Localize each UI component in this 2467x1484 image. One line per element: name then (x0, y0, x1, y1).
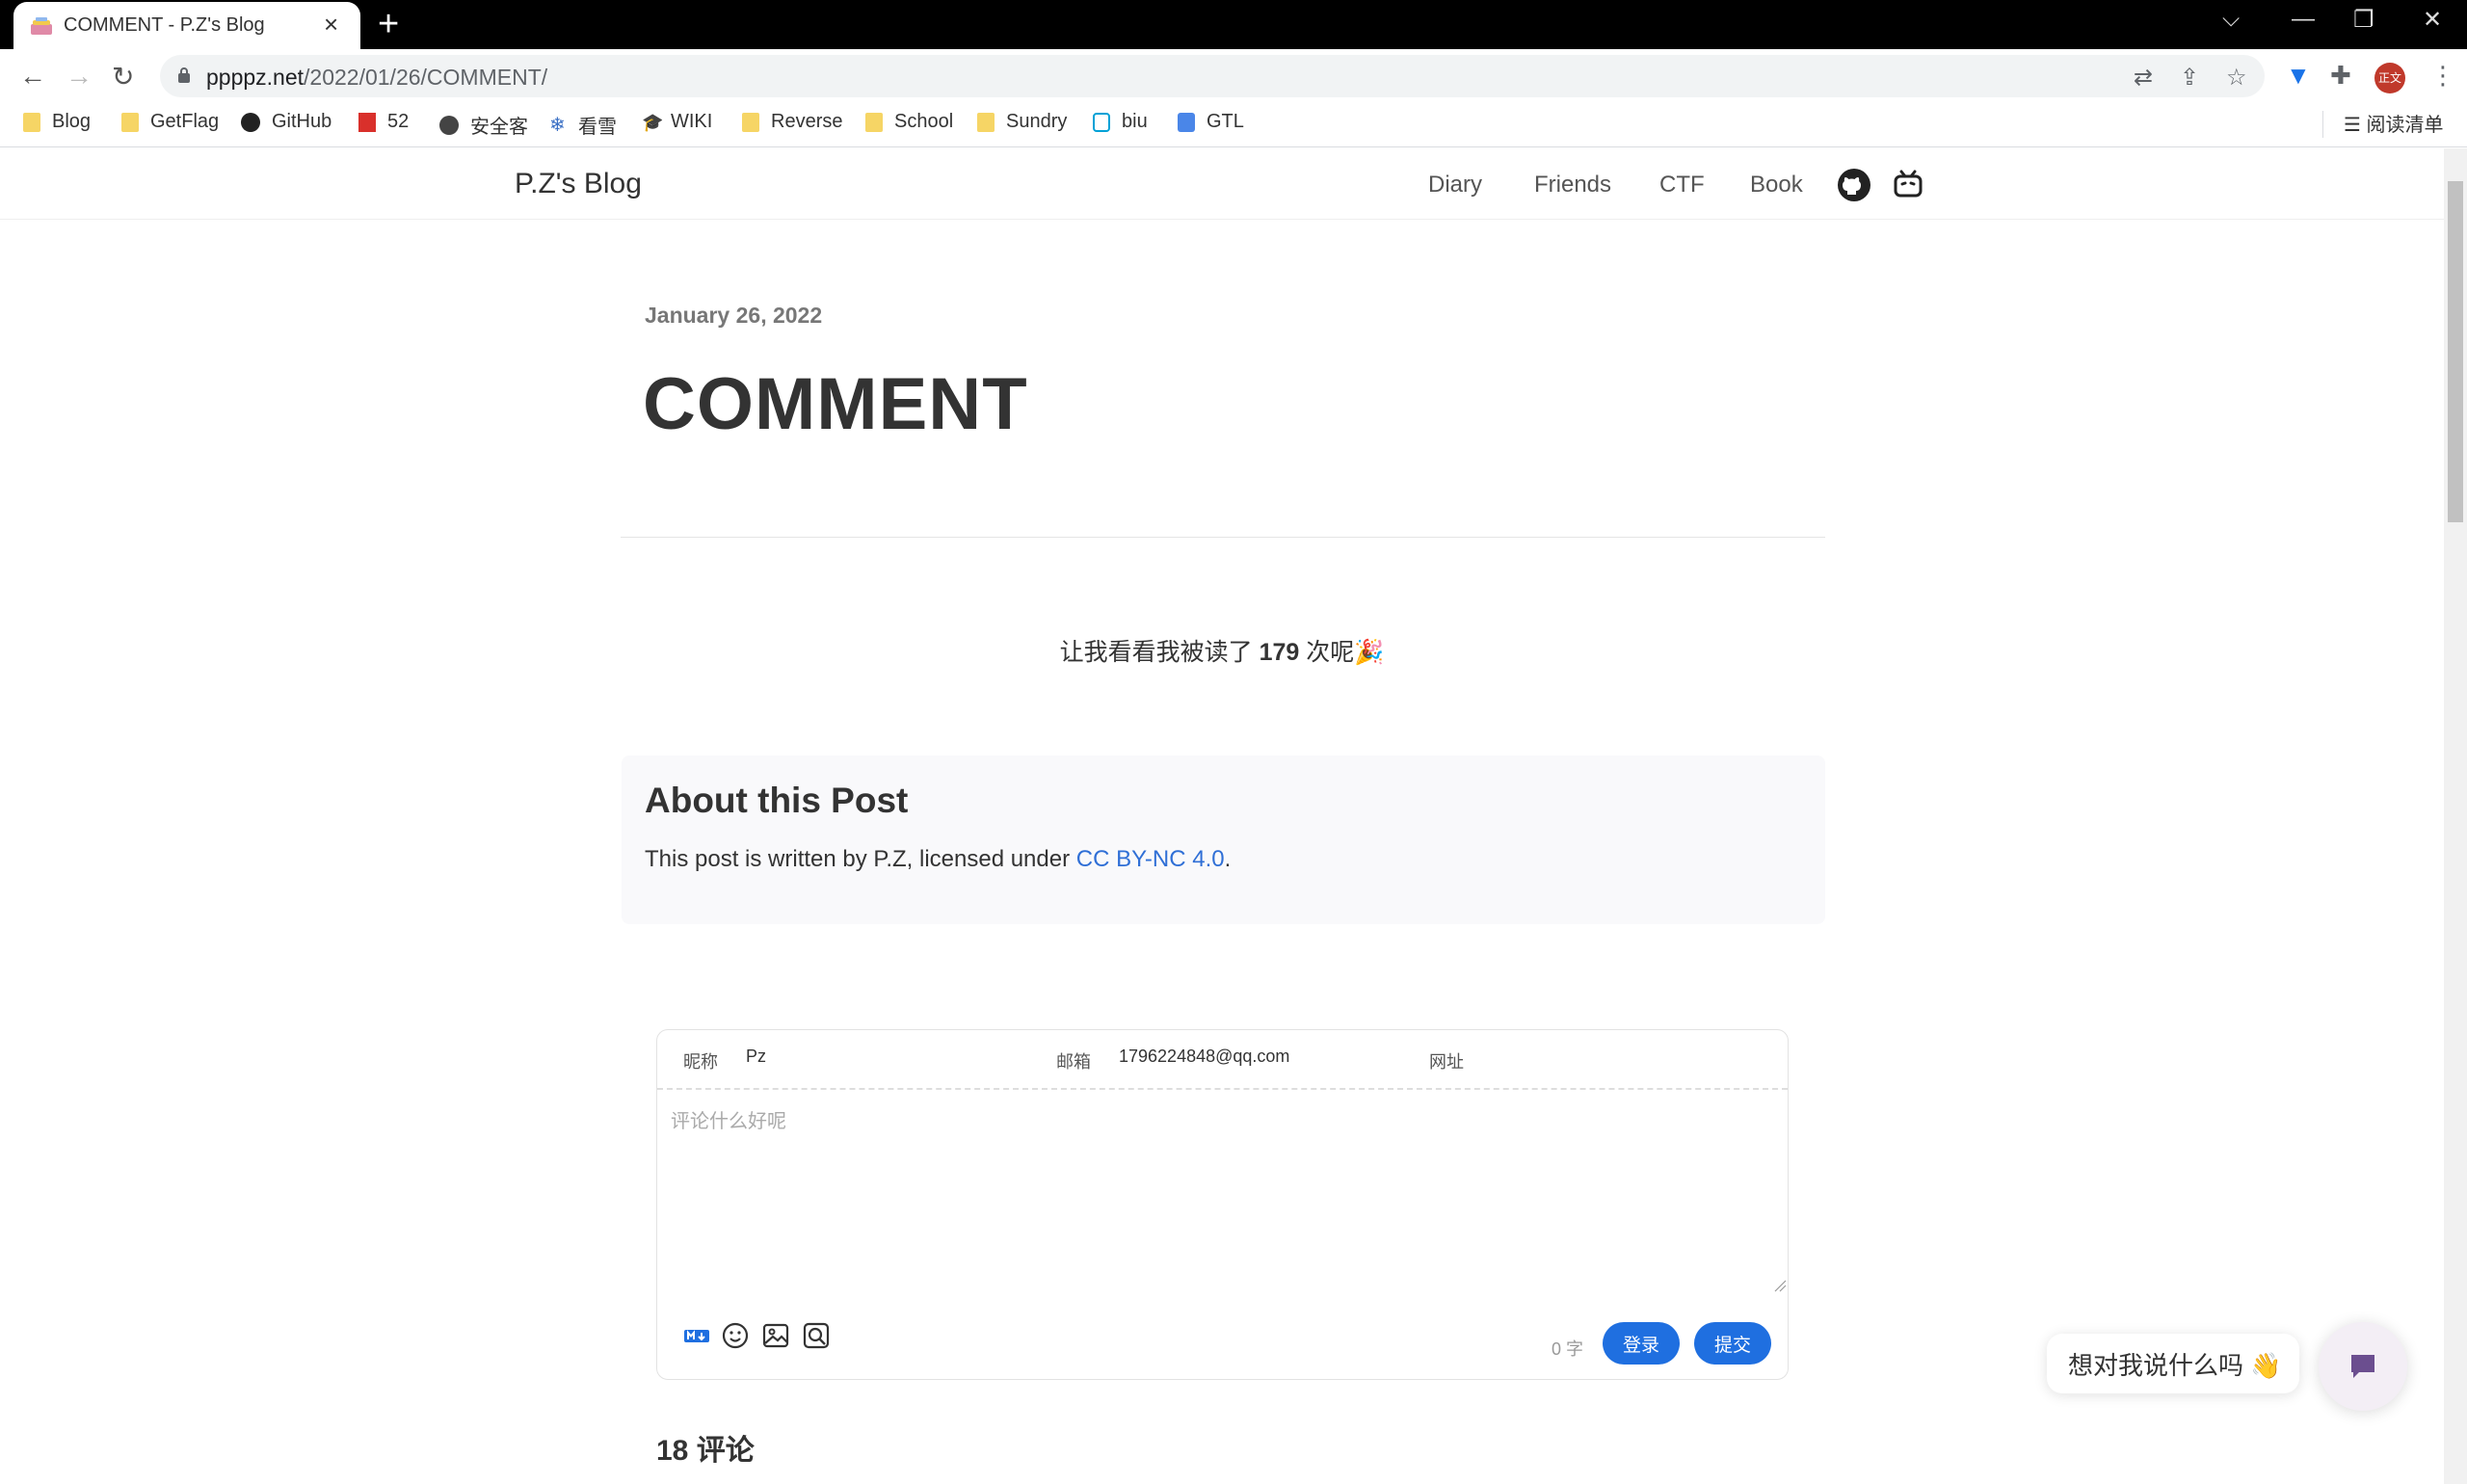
site-header: P.Z's Blog Diary Friends CTF Book (0, 148, 2444, 220)
bookmark-biu[interactable]: biu (1093, 111, 1148, 133)
nav-friends[interactable]: Friends (1534, 172, 1611, 199)
image-upload-icon[interactable] (761, 1321, 790, 1350)
email-label: 邮箱 (1056, 1052, 1091, 1072)
bookmark-gtl[interactable]: GTL (1178, 111, 1244, 133)
folder-icon (865, 112, 883, 132)
website-label: 网址 (1429, 1052, 1464, 1072)
comment-form: 昵称 Pz 邮箱 1796224848@qq.com 网址 评论什么好呢 0 字… (656, 1029, 1789, 1380)
close-window-icon[interactable]: ✕ (2423, 6, 2442, 34)
folder-icon (121, 112, 139, 132)
folder-icon (742, 112, 759, 132)
tab-search-icon[interactable]: ⌵ (2222, 6, 2240, 33)
bookmark-kanxue[interactable]: ❄ 看雪 (549, 111, 617, 139)
nav-diary[interactable]: Diary (1428, 172, 1482, 199)
browser-toolbar: ← → ↻ ppppz.net/2022/01/26/COMMENT/ ⇄ ⇪ … (0, 49, 2467, 103)
page-scrollbar[interactable] (2444, 148, 2467, 1484)
resize-grip-icon[interactable] (1773, 1279, 1787, 1292)
share-icon[interactable]: ⇪ (2180, 64, 2199, 92)
party-popper-icon: 🎉 (1354, 639, 1385, 666)
graduation-cap-icon: 🎓 (642, 112, 664, 132)
browser-menu-icon[interactable]: ⋮ (2430, 61, 2455, 91)
blog-favicon-icon (31, 17, 52, 35)
extension-v-icon[interactable]: ▼ (2286, 61, 2311, 91)
title-divider (621, 537, 1825, 538)
nick-input[interactable]: Pz (746, 1047, 1035, 1067)
tab-title: COMMENT - P.Z's Blog (64, 14, 265, 36)
extensions-puzzle-icon[interactable]: ✚ (2330, 61, 2351, 91)
email-input[interactable]: 1796224848@qq.com (1119, 1047, 1408, 1067)
folder-icon (23, 112, 40, 132)
bookmark-star-icon[interactable]: ☆ (2226, 64, 2247, 92)
chat-launcher-button[interactable] (2319, 1322, 2407, 1411)
translate-app-icon (1178, 112, 1195, 132)
web-page: P.Z's Blog Diary Friends CTF Book Januar… (0, 148, 2444, 1484)
markdown-icon[interactable] (682, 1321, 711, 1350)
bookmark-wiki[interactable]: 🎓 WIKI (642, 111, 712, 133)
login-button[interactable]: 登录 (1603, 1322, 1680, 1365)
comment-textarea[interactable] (671, 1105, 1775, 1288)
chat-prompt-bubble[interactable]: 想对我说什么吗 👋 (2047, 1334, 2299, 1393)
folder-icon (977, 112, 995, 132)
bookmarks-divider (2322, 111, 2323, 138)
back-icon[interactable]: ← (19, 61, 46, 92)
read-counter: 让我看看我被读了 179 次呢🎉 (1059, 639, 1385, 666)
new-tab-button[interactable]: + (378, 4, 399, 45)
profile-avatar[interactable]: 正文 (2374, 63, 2405, 93)
emoji-icon[interactable] (721, 1321, 750, 1350)
comments-count: 18 评论 (656, 1435, 755, 1467)
license-link[interactable]: CC BY-NC 4.0 (1076, 846, 1225, 872)
bilibili-icon (1093, 112, 1110, 132)
bookmark-anquanke[interactable]: 安全客 (439, 111, 528, 139)
post-title: COMMENT (643, 363, 1028, 445)
reading-list-icon: ☰ (2344, 115, 2367, 136)
url-text: ppppz.net/2022/01/26/COMMENT/ (206, 65, 548, 90)
bookmark-blog[interactable]: Blog (23, 111, 91, 133)
nav-ctf[interactable]: CTF (1659, 172, 1705, 199)
bookmarks-bar: Blog GetFlag GitHub 52 安全客 ❄ 看雪 🎓 WIKI Rev… (0, 103, 2467, 147)
reading-list-button[interactable]: ☰ 阅读清单 (2344, 109, 2444, 137)
reload-icon[interactable]: ↻ (112, 61, 134, 93)
52pojie-icon (358, 112, 376, 132)
bilibili-icon[interactable] (1891, 168, 1925, 202)
bookmark-school[interactable]: School (865, 111, 953, 133)
scrollbar-thumb[interactable] (2448, 181, 2463, 522)
post-date: January 26, 2022 (645, 303, 823, 328)
github-icon (241, 112, 260, 132)
about-text: This post is written by P.Z, licensed un… (645, 846, 1232, 872)
preview-icon[interactable] (802, 1321, 831, 1350)
snowflake-icon: ❄ (549, 114, 566, 136)
minimize-icon[interactable]: — (2292, 6, 2315, 33)
github-icon[interactable] (1837, 168, 1871, 202)
browser-tab-bar: COMMENT - P.Z's Blog × + ⌵ — ❐ ✕ (0, 0, 2467, 49)
bookmark-sundry[interactable]: Sundry (977, 111, 1067, 133)
translate-icon[interactable]: ⇄ (2134, 64, 2153, 92)
browser-tab[interactable]: COMMENT - P.Z's Blog × (13, 2, 360, 49)
restore-icon[interactable]: ❐ (2353, 6, 2374, 34)
site-title-link[interactable]: P.Z's Blog (515, 168, 642, 200)
comment-meta-row: 昵称 Pz 邮箱 1796224848@qq.com 网址 (657, 1030, 1788, 1090)
about-heading: About this Post (645, 781, 909, 820)
bookmark-github[interactable]: GitHub (241, 111, 332, 133)
chat-icon (2351, 1355, 2374, 1378)
word-count: 0 字 (1552, 1339, 1584, 1359)
address-bar[interactable]: ppppz.net/2022/01/26/COMMENT/ ⇄ ⇪ ☆ (160, 55, 2265, 97)
nav-book[interactable]: Book (1750, 172, 1803, 199)
forward-icon[interactable]: → (66, 61, 93, 92)
tab-close-icon[interactable]: × (324, 10, 338, 40)
nick-label: 昵称 (683, 1052, 718, 1072)
submit-button[interactable]: 提交 (1694, 1322, 1771, 1365)
about-post-card: About this Post This post is written by … (622, 755, 1825, 924)
bookmark-52[interactable]: 52 (358, 111, 409, 133)
read-count-number: 179 (1259, 639, 1300, 666)
bookmark-reverse[interactable]: Reverse (742, 111, 842, 133)
globe-icon (439, 115, 459, 135)
lock-icon (178, 67, 190, 83)
bookmark-getflag[interactable]: GetFlag (121, 111, 219, 133)
